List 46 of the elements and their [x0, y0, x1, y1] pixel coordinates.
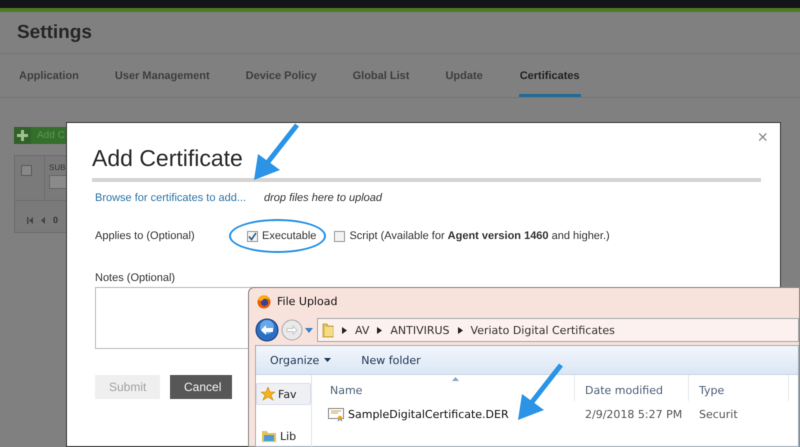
- browse-link[interactable]: Browse for certificates to add...: [95, 192, 246, 204]
- history-dropdown[interactable]: [305, 328, 313, 332]
- first-page-icon: [27, 216, 33, 224]
- address-bar[interactable]: AV ANTIVIRUS Veriato Digital Certificates: [317, 318, 799, 342]
- column-header[interactable]: Type: [689, 375, 789, 401]
- chevron-icon: [342, 326, 347, 334]
- path-segment[interactable]: Veriato Digital Certificates: [470, 324, 615, 336]
- checkbox[interactable]: [247, 230, 258, 242]
- previous-page-icon: [41, 216, 45, 224]
- file-name[interactable]: SampleDigitalCertificate.DER: [312, 407, 575, 421]
- column-header: SUB: [49, 163, 66, 172]
- chevron-icon: [377, 326, 382, 334]
- folder-icon: [322, 322, 334, 338]
- path-segment[interactable]: AV: [355, 324, 370, 336]
- tab[interactable]: Certificates: [518, 54, 581, 97]
- checkbox-label: Script (Available for Agent version 1460 and higher.): [349, 230, 610, 242]
- folder-icon: [261, 429, 277, 443]
- field-label: Notes (Optional): [94, 271, 176, 284]
- checkbox[interactable]: [21, 165, 32, 176]
- chevron-icon: [458, 326, 463, 334]
- checkbox[interactable]: [334, 230, 346, 242]
- field-label: Applies to (Optional): [95, 230, 196, 242]
- organize-menu[interactable]: Organize: [270, 354, 332, 366]
- close-button[interactable]: ×: [753, 127, 772, 148]
- drop-hint: drop files here to upload: [264, 192, 382, 204]
- check-icon: [248, 232, 257, 240]
- path-segment[interactable]: ANTIVIRUS: [390, 324, 450, 336]
- cancel-button[interactable]: Cancel: [170, 375, 232, 399]
- nav-item[interactable]: Lib: [256, 425, 311, 447]
- back-button[interactable]: [255, 318, 279, 342]
- checkbox-label: Executable: [262, 230, 316, 242]
- plus-icon: [17, 130, 28, 141]
- column-header[interactable]: Date modified: [575, 375, 689, 401]
- caret-icon: [324, 358, 332, 362]
- page-number: 0: [53, 215, 58, 225]
- sort-caret-icon: [452, 377, 459, 381]
- browser-logo-icon: [257, 294, 271, 308]
- page-title: Settings: [17, 22, 92, 44]
- toolbar-button[interactable]: New folder: [361, 354, 421, 366]
- table-cell-text: Securit: [698, 408, 739, 420]
- table-cell-text: 2/9/2018 5:27 PM: [584, 408, 684, 420]
- nav-item[interactable]: Fav: [256, 383, 311, 405]
- star-icon: [261, 387, 275, 401]
- dialog-title: File Upload: [277, 295, 338, 308]
- caret-icon: [305, 328, 313, 332]
- certificate-icon: [328, 407, 344, 421]
